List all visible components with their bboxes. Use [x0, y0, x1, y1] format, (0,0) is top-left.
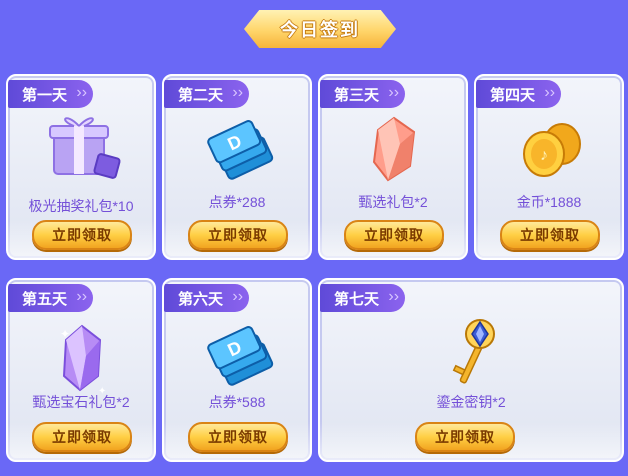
orange-crystal-icon [372, 116, 416, 182]
reward-name-5: 甄选宝石礼包*2 [32, 394, 130, 410]
claim-button-2[interactable]: 立即领取 [188, 220, 288, 250]
claim-button-7[interactable]: 立即领取 [415, 422, 515, 452]
page-title: 今日签到 [280, 20, 360, 40]
purple-gem-icon: ✦ ✦ [60, 324, 106, 396]
day-label-4: 第四天 ›› [476, 80, 562, 108]
title-banner: 今日签到 [244, 10, 396, 48]
claim-button-4[interactable]: 立即领取 [500, 220, 600, 250]
day-label-1: 第一天 ›› [8, 80, 94, 108]
day-card-1: 第一天 ›› 极光抽奖礼包*10 立即领取 [6, 74, 156, 260]
svg-text:♪: ♪ [540, 147, 548, 164]
reward-name-2: 点券*288 [208, 194, 266, 210]
blue-coupon-stack-icon: D [207, 120, 274, 180]
day-label-3: 第三天 ›› [320, 80, 406, 108]
svg-text:✦: ✦ [60, 327, 70, 341]
day-card-2: 第二天 ›› D 点券*288 立即领取 [162, 74, 312, 260]
day-label-2: 第二天 ›› [164, 80, 250, 108]
reward-name-1: 极光抽奖礼包*10 [28, 198, 134, 214]
day-card-6: 第六天 ›› D 点券*588 立即领取 [162, 278, 312, 462]
claim-button-6[interactable]: 立即领取 [188, 422, 288, 452]
reward-name-7: 鎏金密钥*2 [436, 394, 506, 410]
reward-name-3: 甄选礼包*2 [358, 194, 428, 210]
day-card-7: 第七天 ›› 鎏金密钥*2 立即领取 [318, 278, 624, 462]
purple-gift-box-icon [49, 117, 121, 179]
day-label-5: 第五天 ›› [8, 284, 94, 312]
day-label-6: 第六天 ›› [164, 284, 250, 312]
day-card-5: 第五天 ›› ✦ ✦ 甄选宝石礼包*2 立即领取 [6, 278, 156, 462]
blue-coupon-stack-icon: D [207, 326, 274, 386]
claim-button-1[interactable]: 立即领取 [32, 220, 132, 250]
reward-name-4: 金币*1888 [516, 194, 582, 210]
reward-name-6: 点券*588 [208, 394, 266, 410]
day-card-3: 第三天 ›› 甄选礼包*2 立即领取 [318, 74, 468, 260]
claim-button-3[interactable]: 立即领取 [344, 220, 444, 250]
golden-key-icon [452, 319, 495, 384]
day-label-7: 第七天 ›› [320, 284, 406, 312]
claim-button-5[interactable]: 立即领取 [32, 422, 132, 452]
gold-coins-icon: ♪ [523, 123, 581, 177]
day-card-4: 第四天 ›› ♪ 金币*1888 立即领取 [474, 74, 624, 260]
